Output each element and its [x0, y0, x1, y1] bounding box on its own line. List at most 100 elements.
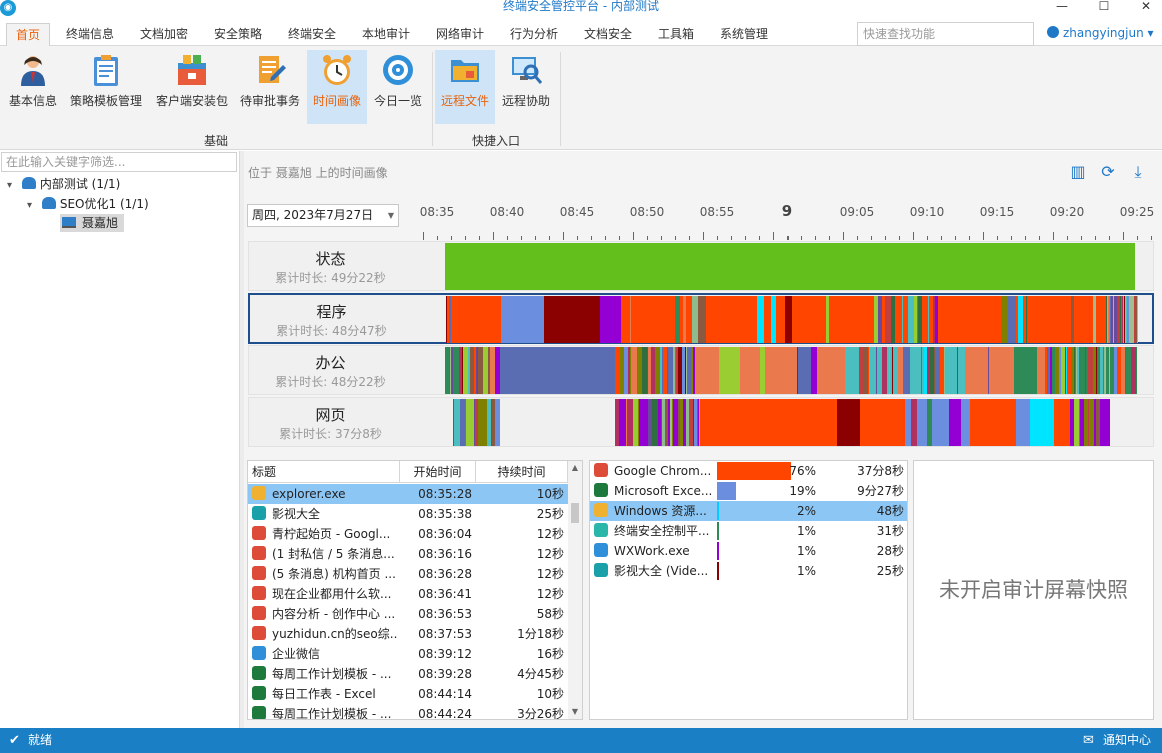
table-row[interactable]: 企业微信 08:39:12 16秒 [248, 644, 568, 664]
tree-filter-input[interactable]: 在此输入关键字筛选... [1, 152, 237, 172]
list-scrollbar[interactable]: ▲ ▼ [568, 461, 582, 719]
tab-security-policy[interactable]: 安全策略 [206, 23, 270, 47]
scroll-down-arrow[interactable]: ▼ [568, 705, 582, 719]
row-title-text: (5 条消息) 机构首页 ... [272, 567, 396, 581]
row-start-time: 08:36:28 [418, 567, 472, 581]
row-duration: 10秒 [536, 487, 564, 501]
timeline-row-office[interactable]: 办公 累计时长: 48分22秒 [248, 345, 1154, 395]
chrome-icon [252, 526, 266, 540]
policy-template-button[interactable]: 策略模板管理 [68, 50, 144, 124]
timeline-row-status[interactable]: 状态 累计时长: 49分22秒 [248, 241, 1154, 291]
tab-terminal-security[interactable]: 终端安全 [280, 23, 344, 47]
client-package-button[interactable]: 客户端安装包 [152, 50, 232, 124]
list-item[interactable]: 影视大全 (Vide... 1% 25秒 [590, 561, 907, 581]
table-row[interactable]: 青柠起始页 - Googl... 08:36:04 12秒 [248, 524, 568, 544]
timeline-row-web[interactable]: 网页 累计时长: 37分8秒 [248, 397, 1154, 447]
table-row[interactable]: (5 条消息) 机构首页 ... 08:36:28 12秒 [248, 564, 568, 584]
list-item[interactable]: Windows 资源... 2% 48秒 [590, 501, 907, 521]
tree-node-computer[interactable]: 聂嘉旭 [60, 214, 125, 232]
pending-approval-button[interactable]: 待审批事务 [238, 50, 302, 124]
download-icon[interactable]: ⤓ [1129, 163, 1147, 181]
row-duration: 1分18秒 [517, 627, 564, 641]
minimize-button[interactable]: — [1052, 0, 1072, 14]
tab-system-management[interactable]: 系统管理 [712, 23, 776, 47]
program-share-fill [717, 562, 719, 580]
remote-file-label: 远程文件 [440, 94, 489, 108]
title-bar: ◉ 终端安全管控平台 - 内部测试 — ☐ ✕ [0, 0, 1162, 19]
folder-icon [594, 503, 608, 517]
list-item[interactable]: WXWork.exe 1% 28秒 [590, 541, 907, 561]
tab-behavior-analysis[interactable]: 行为分析 [502, 23, 566, 47]
program-time: 25秒 [876, 564, 904, 578]
tab-toolbox[interactable]: 工具箱 [650, 23, 702, 47]
row-label: 状态 [315, 250, 346, 268]
row-start-time: 08:37:53 [418, 627, 472, 641]
time-tick [661, 236, 662, 240]
time-tick [423, 232, 424, 240]
tab-doc-security[interactable]: 文档安全 [576, 23, 640, 47]
scroll-up-arrow[interactable]: ▲ [568, 461, 582, 475]
timeline-row-program[interactable]: 程序 累计时长: 48分47秒 [248, 293, 1154, 344]
row-duration: 58秒 [536, 607, 564, 621]
table-row[interactable]: 每周工作计划模板 - ... 08:44:24 3分26秒 [248, 704, 568, 719]
maximize-button[interactable]: ☐ [1094, 0, 1114, 14]
tab-network-audit[interactable]: 网络审计 [428, 23, 492, 47]
time-tick [605, 236, 606, 240]
refresh-icon[interactable]: ⟳ [1099, 163, 1117, 181]
list-item[interactable]: Microsoft Exce... 19% 9分27秒 [590, 481, 907, 501]
layout-toggle-icon[interactable]: ▥ [1069, 163, 1087, 181]
program-name-text: Microsoft Exce... [614, 484, 713, 498]
table-row[interactable]: 影视大全 08:35:38 25秒 [248, 504, 568, 524]
table-row[interactable]: 每日工作表 - Excel 08:44:14 10秒 [248, 684, 568, 704]
time-tick-label: 09:10 [909, 205, 945, 219]
program-name: 终端安全控制平... [594, 521, 714, 541]
table-row[interactable]: explorer.exe 08:35:28 10秒 [248, 484, 568, 504]
row-label: 程序 [316, 303, 347, 321]
eye-icon [383, 55, 413, 85]
table-row[interactable]: yuzhidun.cn的seo综... 08:37:53 1分18秒 [248, 624, 568, 644]
video-icon [594, 563, 608, 577]
tree-node-seo-group[interactable]: ▾ SEO优化1 (1/1) [27, 196, 149, 214]
quick-search-input[interactable]: 快速查找功能 [857, 22, 1034, 46]
ribbon-group-divider [432, 52, 433, 146]
remote-file-button[interactable]: 远程文件 [435, 50, 495, 124]
time-tick [899, 236, 900, 240]
tab-doc-encrypt[interactable]: 文档加密 [132, 23, 196, 47]
list-item[interactable]: Google Chrom... 76% 37分8秒 [590, 461, 907, 481]
table-row[interactable]: 现在企业都用什么软... 08:36:41 12秒 [248, 584, 568, 604]
column-title[interactable]: 标题 [248, 461, 400, 483]
remote-assist-button[interactable]: 远程协助 [497, 50, 555, 124]
user-menu[interactable]: zhangyingjun ▾ [1047, 26, 1154, 40]
chrome-icon [252, 626, 266, 640]
status-track [445, 243, 1135, 290]
time-profile-button[interactable]: 时间画像 [307, 50, 367, 124]
user-icon [1047, 26, 1059, 38]
package-icon [178, 55, 206, 85]
notification-center-button[interactable]: 通知中心 [1103, 728, 1151, 753]
column-duration[interactable]: 持续时间 [476, 461, 568, 483]
chevron-down-icon[interactable]: ▾ [7, 180, 12, 191]
table-row[interactable]: (1 封私信 / 5 条消息... 08:36:16 12秒 [248, 544, 568, 564]
tab-home[interactable]: 首页 [6, 23, 50, 47]
scroll-thumb[interactable] [571, 503, 579, 523]
time-tick [521, 236, 522, 240]
basic-info-button[interactable]: 基本信息 [4, 50, 62, 124]
tree-node-internal-test[interactable]: ▾ 内部测试 (1/1) [7, 176, 120, 194]
table-row[interactable]: 每周工作计划模板 - ... 08:39:28 4分45秒 [248, 664, 568, 684]
tab-local-audit[interactable]: 本地审计 [354, 23, 418, 47]
row-title: (5 条消息) 机构首页 ... [252, 564, 398, 584]
close-button[interactable]: ✕ [1136, 0, 1156, 14]
today-overview-button[interactable]: 今日一览 [369, 50, 427, 124]
tab-terminal-info[interactable]: 终端信息 [58, 23, 122, 47]
row-start-time: 08:36:04 [418, 527, 472, 541]
row-duration: 4分45秒 [517, 667, 564, 681]
chevron-down-icon[interactable]: ▾ [27, 200, 32, 211]
date-picker[interactable]: 周四, 2023年7月27日 ▼ [247, 204, 399, 227]
org-tree-panel [0, 151, 240, 728]
list-item[interactable]: 终端安全控制平... 1% 31秒 [590, 521, 907, 541]
column-start-time[interactable]: 开始时间 [400, 461, 476, 483]
folder-icon [451, 60, 479, 82]
time-tick [507, 236, 508, 240]
time-tick-label: 08:45 [559, 205, 595, 219]
table-row[interactable]: 内容分析 - 创作中心 ... 08:36:53 58秒 [248, 604, 568, 624]
